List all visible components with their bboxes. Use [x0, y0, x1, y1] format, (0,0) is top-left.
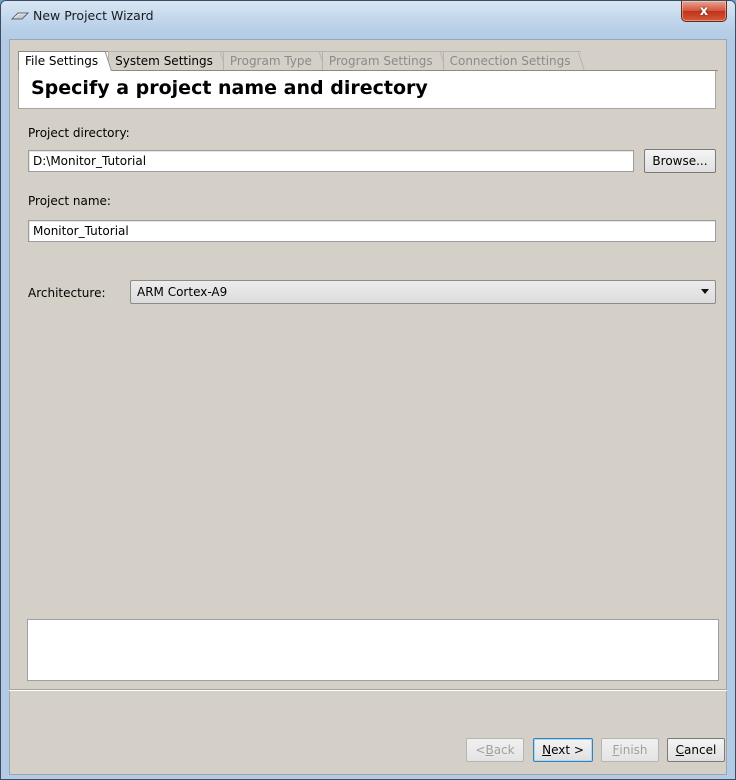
project-directory-input[interactable]: D:\Monitor_Tutorial — [28, 150, 634, 172]
architecture-selected-value: ARM Cortex-A9 — [137, 285, 228, 299]
finish-rest: inish — [619, 743, 648, 757]
back-prefix: < — [475, 743, 486, 757]
tab-label: Program Settings — [328, 54, 433, 68]
browse-button[interactable]: Browse... — [644, 149, 716, 173]
tab-program-settings[interactable]: Program Settings — [321, 51, 443, 71]
architecture-label: Architecture: — [28, 286, 106, 300]
message-box — [27, 619, 719, 681]
chevron-down-icon — [701, 289, 709, 294]
tab-connection-settings[interactable]: Connection Settings — [442, 51, 581, 71]
page-header: Specify a project name and directory — [18, 71, 716, 109]
close-icon: x — [699, 3, 709, 19]
next-button[interactable]: Next > — [533, 738, 593, 762]
wizard-app-icon — [11, 12, 29, 20]
close-button[interactable]: x — [681, 1, 727, 22]
tab-label: Program Type — [229, 54, 312, 68]
architecture-select[interactable]: ARM Cortex-A9 — [130, 280, 716, 304]
page-title: Specify a project name and directory — [31, 77, 428, 99]
tab-program-type[interactable]: Program Type — [222, 51, 322, 71]
cancel-mnemonic: C — [675, 743, 685, 757]
tab-label: File Settings — [25, 54, 99, 68]
back-mnemonic: B — [485, 743, 494, 757]
tab-label: Connection Settings — [449, 54, 571, 68]
tab-file-settings[interactable]: File Settings — [18, 51, 109, 71]
back-rest: ack — [493, 743, 515, 757]
finish-mnemonic: F — [612, 743, 620, 757]
project-name-label: Project name: — [28, 194, 111, 208]
tab-label: System Settings — [115, 54, 213, 68]
tab-system-settings[interactable]: System Settings — [108, 51, 223, 71]
footer-separator — [9, 689, 727, 691]
new-project-wizard-window: New Project Wizard x File Settings Syste… — [0, 0, 736, 780]
finish-button[interactable]: Finish — [601, 738, 659, 762]
title-bar[interactable]: New Project Wizard x — [1, 1, 735, 33]
project-directory-label: Project directory: — [28, 126, 130, 140]
project-name-input[interactable]: Monitor_Tutorial — [28, 220, 716, 242]
next-rest: ext > — [551, 743, 584, 757]
next-mnemonic: N — [542, 743, 552, 757]
window-title: New Project Wizard — [33, 8, 154, 23]
cancel-rest: ancel — [684, 743, 717, 757]
back-button[interactable]: < Back — [466, 738, 524, 762]
cancel-button[interactable]: Cancel — [667, 738, 725, 762]
wizard-tab-bar: File Settings System Settings Program Ty… — [18, 47, 581, 71]
